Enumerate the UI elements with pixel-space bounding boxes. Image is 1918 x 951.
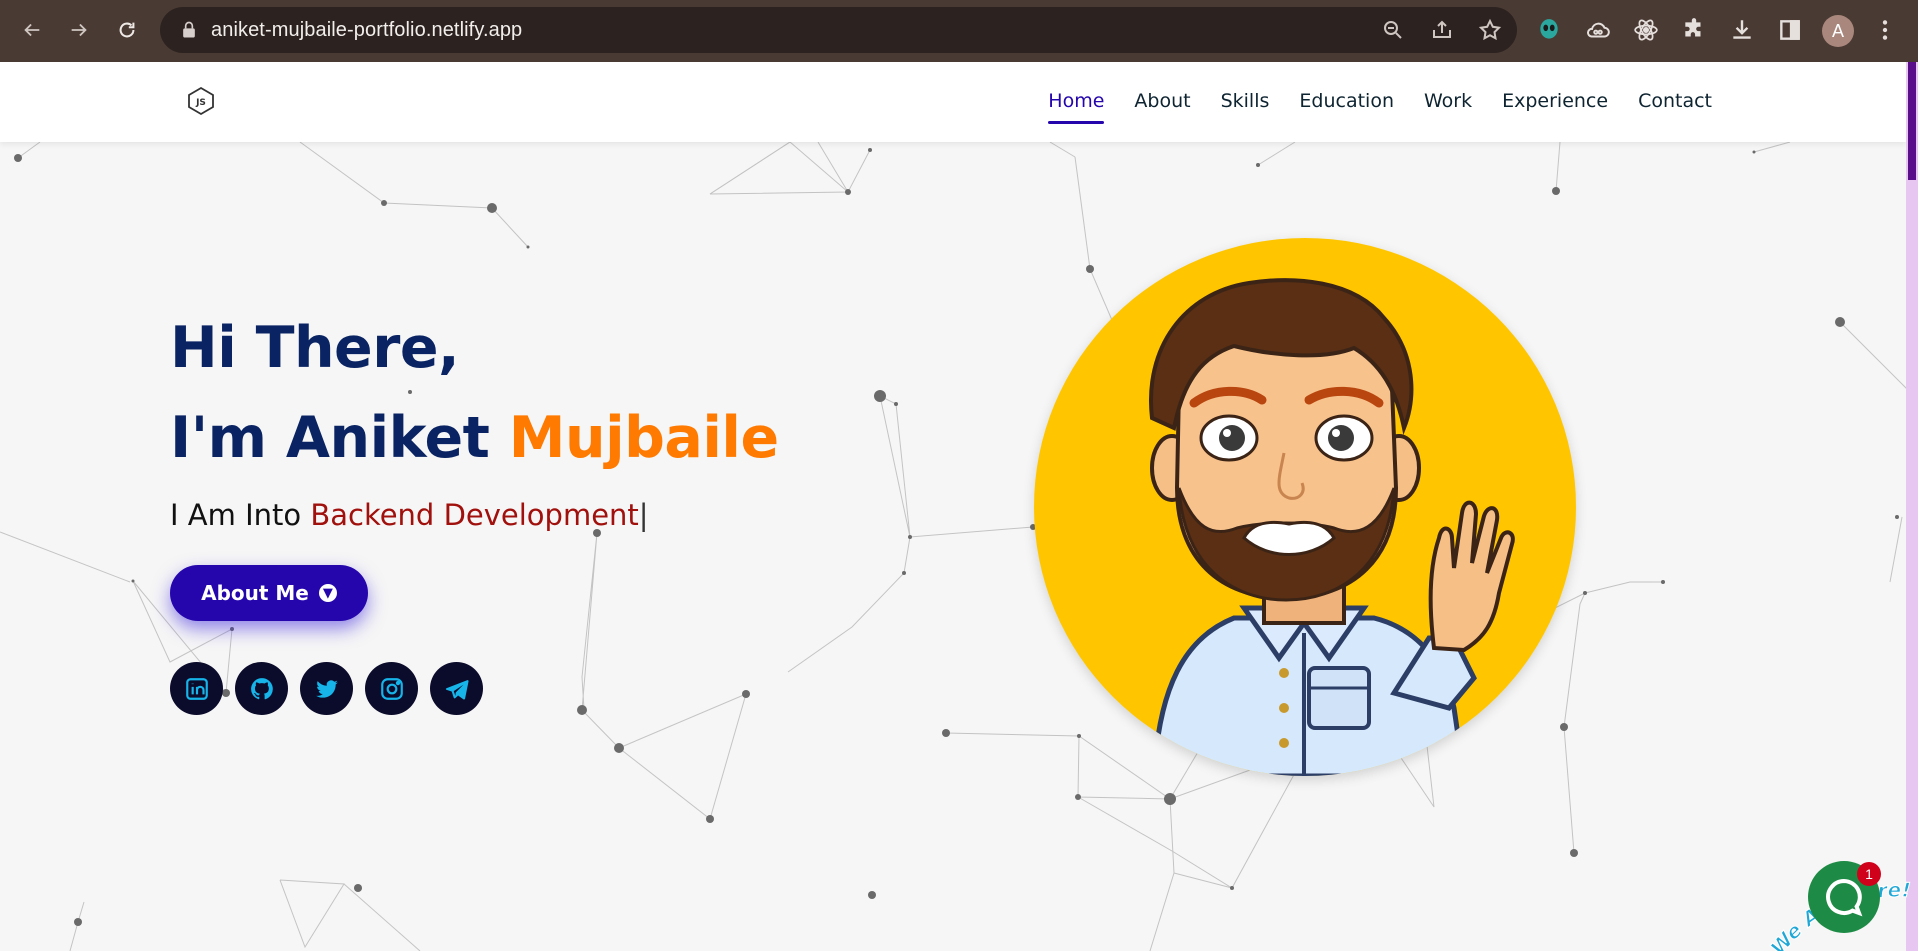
share-icon[interactable] [1430, 18, 1454, 42]
github-icon[interactable] [235, 662, 288, 715]
social-links [170, 662, 483, 715]
nav-education[interactable]: Education [1299, 90, 1394, 118]
back-icon[interactable] [16, 14, 48, 46]
nav-home[interactable]: Home [1048, 90, 1105, 124]
telegram-icon[interactable] [430, 662, 483, 715]
site-navbar: JS Home About Skills Education Work Expe… [0, 62, 1906, 142]
typed-role-line: I Am Into Backend Development| [170, 498, 649, 532]
zoom-icon[interactable] [1381, 18, 1405, 42]
lock-icon [183, 21, 195, 38]
nav-about[interactable]: About [1134, 90, 1190, 118]
twitter-icon[interactable] [300, 662, 353, 715]
arrow-down-circle-icon: ▼ [318, 584, 337, 602]
page-scrollbar[interactable] [1906, 62, 1918, 951]
extension-cloud-icon[interactable] [1585, 17, 1611, 43]
typing-caret: | [638, 498, 649, 532]
svg-text:JS: JS [195, 98, 206, 108]
nav-work[interactable]: Work [1424, 90, 1472, 118]
portfolio-page: JS Home About Skills Education Work Expe… [0, 62, 1918, 951]
forward-icon[interactable] [63, 14, 95, 46]
extensions-puzzle-icon[interactable] [1681, 17, 1707, 43]
typed-prefix: I Am Into [170, 498, 311, 532]
page-scrollbar-thumb[interactable] [1908, 62, 1916, 180]
address-bar[interactable]: aniket-mujbaile-portfolio.netlify.app [160, 7, 1517, 53]
linkedin-icon[interactable] [170, 662, 223, 715]
bitmoji-avatar [1149, 278, 1515, 776]
about-me-label: About Me [201, 581, 309, 605]
reload-icon[interactable] [111, 14, 143, 46]
browser-toolbar: aniket-mujbaile-portfolio.netlify.app A [0, 0, 1918, 62]
nav-skills[interactable]: Skills [1221, 90, 1270, 118]
profile-avatar[interactable]: A [1822, 15, 1854, 47]
hero-greeting: Hi There, [170, 315, 460, 381]
hero-name-accent: Mujbaile [508, 405, 779, 471]
typed-role: Backend Development [310, 498, 639, 532]
instagram-icon[interactable] [365, 662, 418, 715]
download-icon[interactable] [1729, 17, 1755, 43]
side-panel-icon[interactable] [1777, 17, 1803, 43]
about-me-button[interactable]: About Me ▼ [170, 565, 368, 621]
url-text: aniket-mujbaile-portfolio.netlify.app [211, 18, 523, 41]
extension-alien-icon[interactable] [1536, 17, 1562, 43]
hero-name-prefix: I'm Aniket [170, 405, 509, 471]
react-devtools-icon[interactable] [1633, 17, 1659, 43]
star-icon[interactable] [1478, 18, 1502, 42]
js-logo-icon[interactable]: JS [186, 86, 216, 116]
nav-contact[interactable]: Contact [1638, 90, 1712, 118]
profile-avatar-illustration [1034, 238, 1576, 776]
hero-name: I'm Aniket Mujbaile [170, 405, 779, 471]
nav-links: Home About Skills Education Work Experie… [1048, 90, 1712, 124]
chat-unread-badge: 1 [1857, 862, 1881, 886]
menu-kebab-icon[interactable] [1872, 17, 1898, 43]
nav-experience[interactable]: Experience [1502, 90, 1608, 118]
